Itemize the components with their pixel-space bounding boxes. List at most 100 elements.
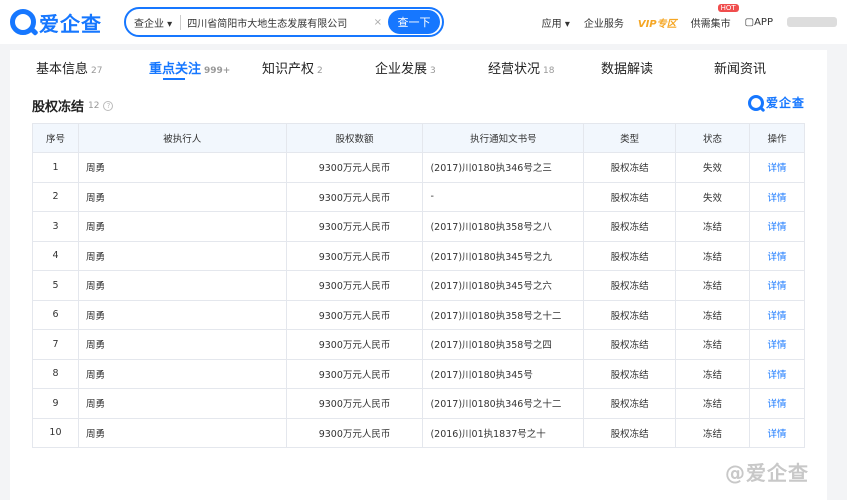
detail-link[interactable]: 详情 — [749, 181, 805, 212]
col-header: 被执行人 — [77, 123, 287, 153]
notice-number: (2016)川01执1837号之十 — [422, 417, 585, 448]
site-logo[interactable]: 爱企查 — [10, 8, 118, 37]
freeze-status: 冻结 — [675, 299, 750, 330]
equity-amount: 9300万元人民币 — [285, 181, 424, 212]
detail-link[interactable]: 详情 — [749, 152, 805, 183]
search-type-dropdown[interactable]: 查企业 ▾ — [126, 14, 182, 30]
table-row: 6 周勇 9300万元人民币 (2017)川0180执358号之十二 股权冻结 冻结 详情 — [32, 299, 805, 330]
equity-amount: 9300万元人民币 — [285, 299, 424, 330]
equity-amount: 9300万元人民币 — [285, 152, 424, 183]
brand-text: 爱企查 — [765, 96, 805, 110]
tab-data-insight[interactable]: 数据解读 — [601, 58, 714, 77]
freeze-type: 股权冻结 — [583, 181, 677, 212]
tab-key-focus[interactable]: 重点关注 999+ — [149, 58, 262, 80]
freeze-type: 股权冻结 — [583, 358, 677, 389]
table-row: 8 周勇 9300万元人民币 (2017)川0180执345号 股权冻结 冻结 详情 — [32, 358, 805, 389]
detail-link[interactable]: 详情 — [749, 270, 805, 301]
equity-amount: 9300万元人民币 — [285, 240, 424, 271]
row-index: 4 — [32, 240, 79, 271]
tab-label: 数据解读 — [601, 61, 654, 77]
tab-news[interactable]: 新闻资讯 — [714, 58, 827, 77]
executed-person: 周勇 — [77, 417, 287, 448]
detail-link[interactable]: 详情 — [749, 211, 805, 242]
tab-label: 经营状况 — [488, 61, 541, 77]
executed-person: 周勇 — [77, 270, 287, 301]
notice-number: (2017)川0180执358号之四 — [422, 329, 585, 360]
detail-link[interactable]: 详情 — [749, 329, 805, 360]
table-header-row: 序号 被执行人 股权数额 执行通知文书号 类型 状态 操作 — [32, 123, 805, 153]
equity-amount: 9300万元人民币 — [285, 211, 424, 242]
detail-link[interactable]: 详情 — [749, 358, 805, 389]
executed-person: 周勇 — [77, 299, 287, 330]
freeze-type: 股权冻结 — [583, 299, 677, 330]
tab-label: 重点关注 — [149, 61, 202, 77]
nav-app-download[interactable]: ▢APP — [745, 17, 773, 28]
table-row: 4 周勇 9300万元人民币 (2017)川0180执345号之九 股权冻结 冻结 详情 — [32, 240, 805, 271]
row-index: 10 — [32, 417, 79, 448]
notice-number: (2017)川0180执346号之三 — [422, 152, 585, 183]
executed-person: 周勇 — [77, 358, 287, 389]
freeze-type: 股权冻结 — [583, 152, 677, 183]
notice-number: (2017)川0180执345号 — [422, 358, 585, 389]
notice-number: (2017)川0180执346号之十二 — [422, 388, 585, 419]
equity-amount: 9300万元人民币 — [285, 417, 424, 448]
row-index: 5 — [32, 270, 79, 301]
nav-market[interactable]: 供需集市 HOT — [691, 3, 739, 30]
section-header: 股权冻结 12 ? — [32, 96, 114, 115]
freeze-status: 冻结 — [675, 388, 750, 419]
detail-link[interactable]: 详情 — [749, 299, 805, 330]
equity-amount: 9300万元人民币 — [285, 358, 424, 389]
tab-label: 知识产权 — [262, 61, 315, 77]
equity-freeze-table: 序号 被执行人 股权数额 执行通知文书号 类型 状态 操作 1 周勇 9300万元人… — [32, 123, 805, 448]
col-header: 类型 — [583, 123, 677, 153]
freeze-type: 股权冻结 — [583, 240, 677, 271]
user-avatar[interactable] — [787, 17, 837, 27]
equity-amount: 9300万元人民币 — [285, 270, 424, 301]
freeze-status: 冻结 — [675, 211, 750, 242]
freeze-status: 失效 — [675, 181, 750, 212]
tab-operations[interactable]: 经营状况 18 — [488, 58, 601, 77]
logo-icon — [747, 94, 764, 111]
nav-enterprise-service[interactable]: 企业服务 — [584, 15, 624, 30]
equity-amount: 9300万元人民币 — [285, 329, 424, 360]
table-row: 9 周勇 9300万元人民币 (2017)川0180执346号之十二 股权冻结 冻结 详情 — [32, 388, 805, 419]
tab-basic-info[interactable]: 基本信息 27 — [36, 58, 149, 77]
row-index: 8 — [32, 358, 79, 389]
row-index: 9 — [32, 388, 79, 419]
detail-link[interactable]: 详情 — [749, 388, 805, 419]
freeze-type: 股权冻结 — [583, 270, 677, 301]
search-button[interactable]: 查一下 — [388, 10, 440, 34]
table-row: 2 周勇 9300万元人民币 - 股权冻结 失效 详情 — [32, 181, 805, 212]
row-index: 1 — [32, 152, 79, 183]
tab-label: 基本信息 — [36, 61, 89, 77]
nav-vip[interactable]: VIP专区 — [638, 15, 677, 30]
clear-icon[interactable]: × — [368, 17, 388, 28]
top-nav: 应用 ▾ 企业服务 VIP专区 供需集市 HOT ▢APP — [542, 3, 837, 30]
table-row: 5 周勇 9300万元人民币 (2017)川0180执345号之六 股权冻结 冻结 详情 — [32, 270, 805, 301]
executed-person: 周勇 — [77, 329, 287, 360]
help-icon[interactable]: ? — [103, 100, 114, 111]
detail-link[interactable]: 详情 — [749, 240, 805, 271]
search-box: 查企业 ▾ × 查一下 — [124, 7, 444, 37]
brand-mark: 爱企查 — [747, 94, 805, 111]
notice-number: (2017)川0180执358号之十二 — [422, 299, 585, 330]
col-header: 股权数额 — [285, 123, 424, 153]
tab-ip[interactable]: 知识产权 2 — [262, 58, 375, 77]
freeze-status: 冻结 — [675, 417, 750, 448]
tab-count: 999+ — [204, 65, 231, 76]
executed-person: 周勇 — [77, 152, 287, 183]
detail-link[interactable]: 详情 — [749, 417, 805, 448]
executed-person: 周勇 — [77, 211, 287, 242]
table-row: 10 周勇 9300万元人民币 (2016)川01执1837号之十 股权冻结 冻结 详情 — [32, 417, 805, 448]
search-input[interactable] — [181, 16, 368, 28]
section-count: 12 — [88, 100, 100, 111]
table-row: 3 周勇 9300万元人民币 (2017)川0180执358号之八 股权冻结 冻结 详情 — [32, 211, 805, 242]
freeze-type: 股权冻结 — [583, 329, 677, 360]
watermark: @爱企查 — [725, 461, 809, 485]
nav-app-menu[interactable]: 应用 ▾ — [542, 15, 570, 30]
notice-number: (2017)川0180执345号之九 — [422, 240, 585, 271]
tab-development[interactable]: 企业发展 3 — [375, 58, 488, 77]
table-row: 7 周勇 9300万元人民币 (2017)川0180执358号之四 股权冻结 冻结 详情 — [32, 329, 805, 360]
tab-label: 新闻资讯 — [714, 61, 767, 77]
tab-count: 18 — [543, 65, 555, 76]
